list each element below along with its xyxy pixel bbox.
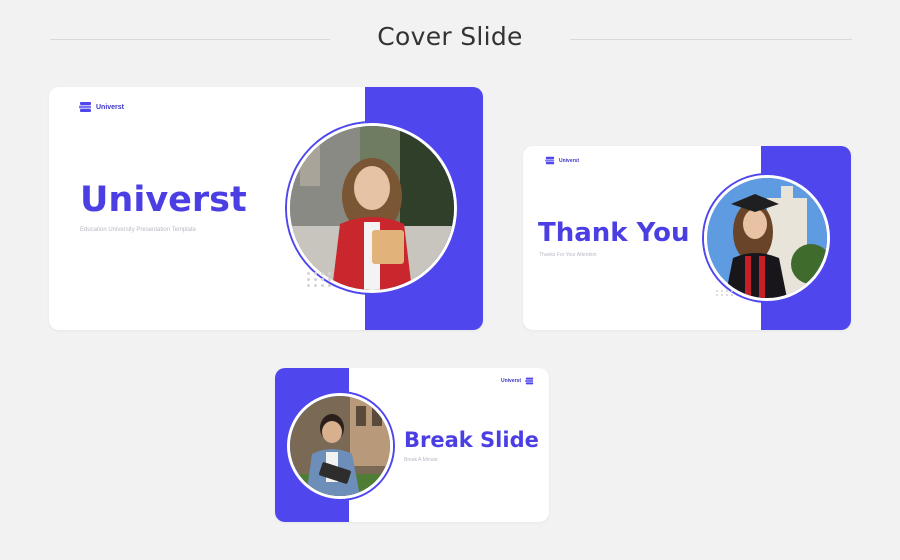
book-stack-icon — [525, 377, 534, 385]
brand-logo: Universt — [79, 101, 124, 113]
graduate-photo — [704, 175, 830, 301]
slide-subtitle: Break A Minute — [404, 457, 438, 463]
student-photo — [287, 123, 457, 293]
slide-title: Universt — [80, 180, 247, 220]
brand-name: Universt — [559, 157, 580, 164]
slide-title: Thank You — [538, 218, 690, 248]
brand-name: Universt — [501, 378, 522, 384]
book-stack-icon — [545, 156, 555, 165]
cover-slide[interactable]: Universt Universt Education University P… — [49, 87, 483, 330]
slide-subtitle: Education University Presentation Templa… — [80, 227, 196, 233]
book-stack-icon — [79, 102, 91, 112]
header-divider-right — [570, 39, 852, 40]
break-slide[interactable]: Universt Break Slide Break A Minute — [275, 368, 549, 522]
decor-dots — [716, 290, 734, 296]
slide-subtitle: Thanks For Your Attention — [539, 252, 597, 258]
reader-photo — [287, 393, 393, 499]
brand-logo: Universt — [545, 156, 579, 165]
brand-name: Universt — [96, 103, 125, 111]
thank-you-slide[interactable]: Universt Thank You Thanks For Your Atten… — [523, 146, 851, 330]
slide-title: Break Slide — [404, 428, 539, 452]
decor-dots — [307, 272, 332, 287]
brand-logo: Universt — [501, 377, 534, 385]
header-divider-left — [50, 39, 330, 40]
page-title: Cover Slide — [377, 22, 523, 51]
